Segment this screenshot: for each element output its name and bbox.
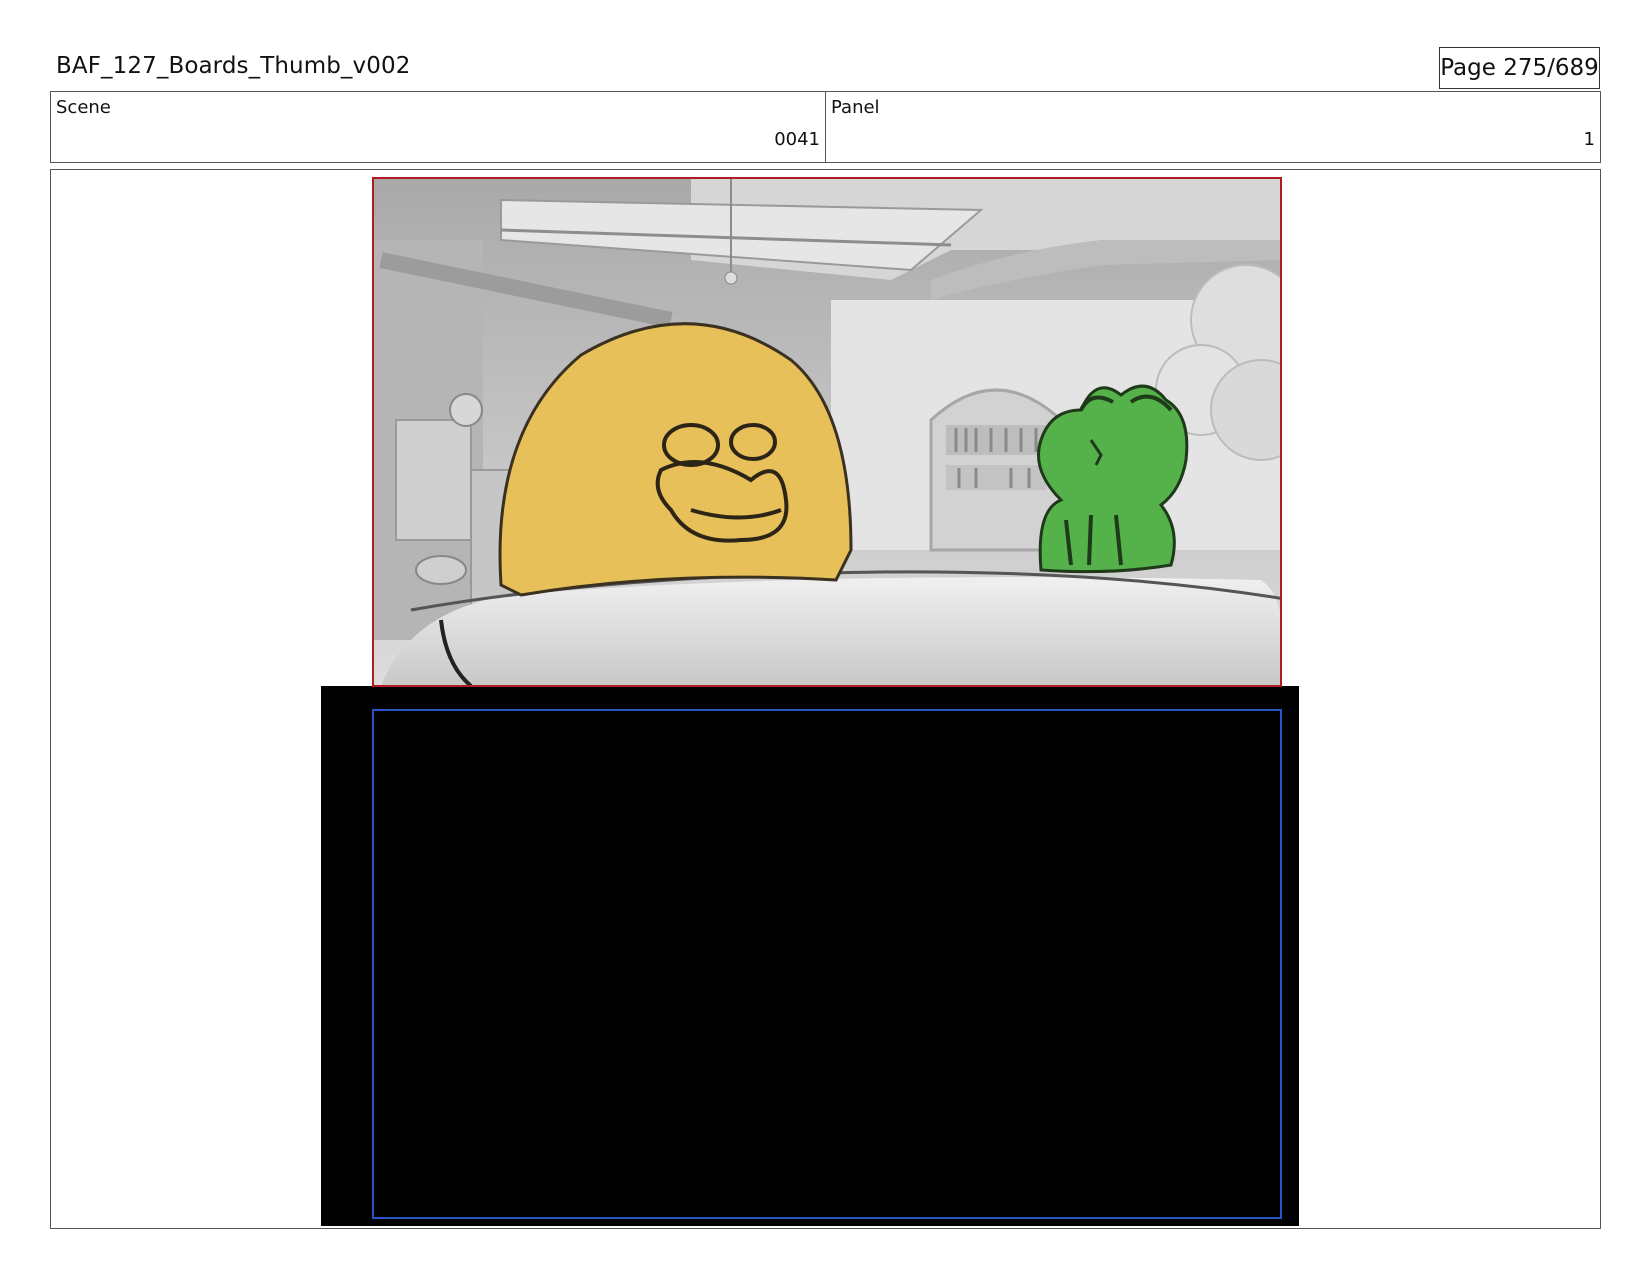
panel-value: 1 [1583, 129, 1595, 150]
page-indicator: Page 275/689 [1439, 47, 1600, 89]
black-matte [321, 686, 1299, 1226]
storyboard-frame [50, 169, 1601, 1229]
green-frog-character [1037, 384, 1189, 574]
document-title: BAF_127_Boards_Thumb_v002 [56, 53, 411, 79]
panel-label: Panel [831, 97, 880, 118]
shot-image [373, 178, 1281, 686]
panel-artwork [321, 177, 1299, 1226]
panel-cell: Panel 1 [825, 92, 1600, 162]
scene-cell: Scene 0041 [51, 92, 825, 162]
scene-value: 0041 [774, 129, 820, 150]
scene-panel-table: Scene 0041 Panel 1 [50, 91, 1601, 163]
scene-label: Scene [56, 97, 111, 118]
